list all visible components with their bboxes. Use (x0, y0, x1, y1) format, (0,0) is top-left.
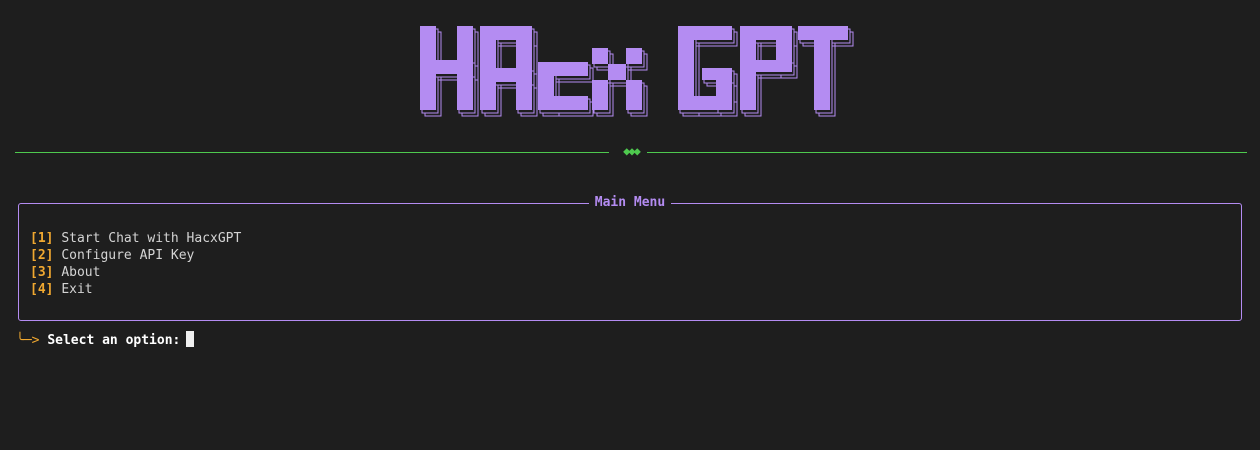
main-menu-title-text: Main Menu (588, 195, 672, 210)
option-prompt[interactable]: ╰─> Select an option: (16, 331, 195, 348)
option-number: [3] (30, 265, 54, 280)
option-number: [2] (30, 248, 54, 263)
divider-ornament: ◆◆◆ (623, 144, 641, 158)
hacxgpt-banner (420, 26, 854, 117)
option-label: Exit (61, 282, 93, 297)
option-label: About (61, 265, 101, 280)
option-number: [4] (30, 282, 54, 297)
divider-line-right (647, 152, 1247, 153)
menu-option-start-chat[interactable]: [1] Start Chat with HacxGPT (30, 230, 241, 247)
divider-line-left (15, 152, 609, 153)
menu-option-configure-api-key[interactable]: [2] Configure API Key (30, 247, 241, 264)
main-menu-panel: Main Menu [1] Start Chat with HacxGPT [2… (18, 195, 1242, 321)
prompt-arrow-icon: ╰─> (16, 333, 40, 348)
option-label: Start Chat with HacxGPT (61, 231, 242, 246)
option-number: [1] (30, 231, 54, 246)
main-menu-title: Main Menu (19, 195, 1241, 211)
section-divider: ◆◆◆ (15, 144, 1247, 159)
text-cursor (186, 331, 195, 347)
option-label: Configure API Key (61, 248, 195, 263)
menu-option-about[interactable]: [3] About (30, 264, 241, 281)
main-menu-options: [1] Start Chat with HacxGPT [2] Configur… (30, 230, 241, 298)
menu-option-exit[interactable]: [4] Exit (30, 281, 241, 298)
prompt-label: Select an option: (47, 333, 181, 348)
